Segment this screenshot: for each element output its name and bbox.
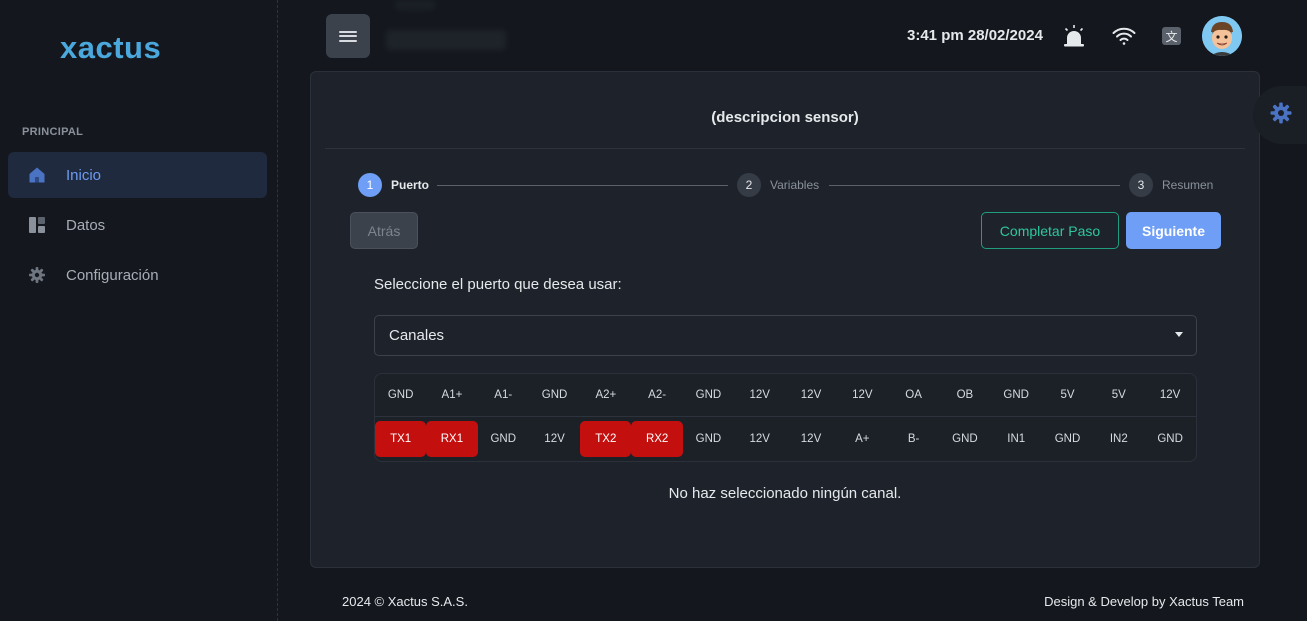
top-pin[interactable]: 5V — [1042, 374, 1093, 416]
bottom-pin[interactable]: GND — [939, 421, 990, 457]
step-resumen[interactable]: 3 Resumen — [1129, 173, 1213, 197]
top-pin[interactable]: A2+ — [580, 374, 631, 416]
sidebar: xactus PRINCIPAL Inicio Datos Configurac… — [0, 0, 278, 621]
step-label: Resumen — [1162, 178, 1214, 192]
top-pin[interactable]: 12V — [837, 374, 888, 416]
step-variables[interactable]: 2 Variables — [737, 173, 819, 197]
top-pin[interactable]: A1- — [478, 374, 529, 416]
bottom-pin[interactable]: A+ — [837, 421, 888, 457]
dashboard-icon — [28, 216, 46, 234]
datetime-display: 3:41 pm 28/02/2024 — [907, 27, 1043, 44]
step-number: 3 — [1129, 173, 1153, 197]
top-pin[interactable]: OB — [939, 374, 990, 416]
footer-copyright: 2024 © Xactus S.A.S. — [342, 594, 468, 609]
bottom-pin[interactable]: 12V — [734, 421, 785, 457]
pin-row-bottom: TX1 RX1 GND 12V TX2 RX2 GND 12V 12V A+ B- GND IN1 GND… — [375, 421, 1196, 457]
sidebar-item-label: Datos — [66, 216, 106, 234]
bottom-pin[interactable]: TX2 — [580, 421, 632, 457]
bottom-pin[interactable]: 12V — [785, 421, 836, 457]
bottom-pin[interactable]: RX2 — [631, 421, 683, 457]
alarm-icon[interactable] — [1061, 23, 1087, 49]
top-pin[interactable]: A2- — [631, 374, 682, 416]
translate-icon[interactable]: 文 — [1159, 23, 1185, 49]
top-pin[interactable]: GND — [991, 374, 1042, 416]
top-pin[interactable]: 5V — [1093, 374, 1144, 416]
step-number: 2 — [737, 173, 761, 197]
top-pin[interactable]: GND — [529, 374, 580, 416]
top-pin[interactable]: 12V — [785, 374, 836, 416]
channel-select[interactable]: Canales — [374, 315, 1197, 356]
caret-down-icon — [1175, 332, 1183, 337]
sidebar-item-label: Inicio — [66, 166, 102, 184]
wizard-card: (descripcion sensor) 1 Puerto 2 Variable… — [310, 71, 1260, 568]
gear-icon — [28, 266, 46, 284]
top-pin[interactable]: 12V — [734, 374, 785, 416]
complete-step-button[interactable]: Completar Paso — [981, 212, 1119, 249]
status-message: No haz seleccionado ningún canal. — [668, 485, 902, 502]
step-label: Variables — [770, 178, 820, 192]
step-connector — [829, 185, 1120, 186]
avatar[interactable] — [1202, 16, 1242, 56]
sidebar-item-configuracion[interactable]: Configuración — [8, 252, 267, 298]
bottom-pin[interactable]: TX1 — [375, 421, 427, 457]
logo[interactable]: xactus — [60, 30, 161, 66]
top-pin[interactable]: GND — [375, 374, 426, 416]
pin-row-top: GND A1+ A1- GND A2+ A2- GND 12V 12V 12V OA OB GND 5V 5… — [375, 374, 1196, 417]
top-pin[interactable]: OA — [888, 374, 939, 416]
sidebar-section-label: PRINCIPAL — [22, 126, 84, 138]
bottom-pin[interactable]: RX1 — [426, 421, 478, 457]
step-puerto[interactable]: 1 Puerto — [358, 173, 429, 197]
divider — [325, 148, 1245, 149]
port-prompt: Seleccione el puerto que desea usar: — [374, 276, 622, 293]
sidebar-item-inicio[interactable]: Inicio — [8, 152, 267, 198]
bottom-pin[interactable]: B- — [888, 421, 939, 457]
step-connector — [437, 185, 728, 186]
select-value: Canales — [389, 327, 445, 344]
top-pin[interactable]: GND — [683, 374, 734, 416]
next-button[interactable]: Siguiente — [1126, 212, 1221, 249]
breadcrumb-placeholder — [395, 0, 435, 10]
step-number: 1 — [358, 173, 382, 197]
bottom-pin[interactable]: 12V — [529, 421, 580, 457]
top-pin[interactable]: A1+ — [426, 374, 477, 416]
svg-text:文: 文 — [1165, 29, 1177, 44]
back-button[interactable]: Atrás — [350, 212, 418, 249]
home-icon — [28, 166, 46, 184]
wifi-icon[interactable] — [1111, 23, 1137, 49]
settings-drawer-button[interactable] — [1253, 86, 1307, 144]
step-label: Puerto — [391, 178, 430, 192]
gear-icon — [1269, 101, 1293, 130]
hamburger-icon — [339, 28, 357, 44]
page-title-placeholder — [386, 30, 506, 50]
bottom-pin[interactable]: IN1 — [991, 421, 1042, 457]
bottom-pin[interactable]: GND — [478, 421, 529, 457]
card-title: (descripcion sensor) — [711, 109, 859, 126]
footer-credits: Design & Develop by Xactus Team — [1044, 594, 1244, 609]
sidebar-item-label: Configuración — [66, 266, 159, 284]
menu-toggle-button[interactable] — [326, 14, 370, 58]
bottom-pin[interactable]: GND — [1144, 421, 1195, 457]
bottom-pin[interactable]: IN2 — [1093, 421, 1144, 457]
sidebar-item-datos[interactable]: Datos — [8, 202, 267, 248]
pin-table: GND A1+ A1- GND A2+ A2- GND 12V 12V 12V OA OB GND 5V 5… — [374, 373, 1197, 462]
bottom-pin[interactable]: GND — [683, 421, 734, 457]
bottom-pin[interactable]: GND — [1042, 421, 1093, 457]
top-pin[interactable]: 12V — [1144, 374, 1195, 416]
